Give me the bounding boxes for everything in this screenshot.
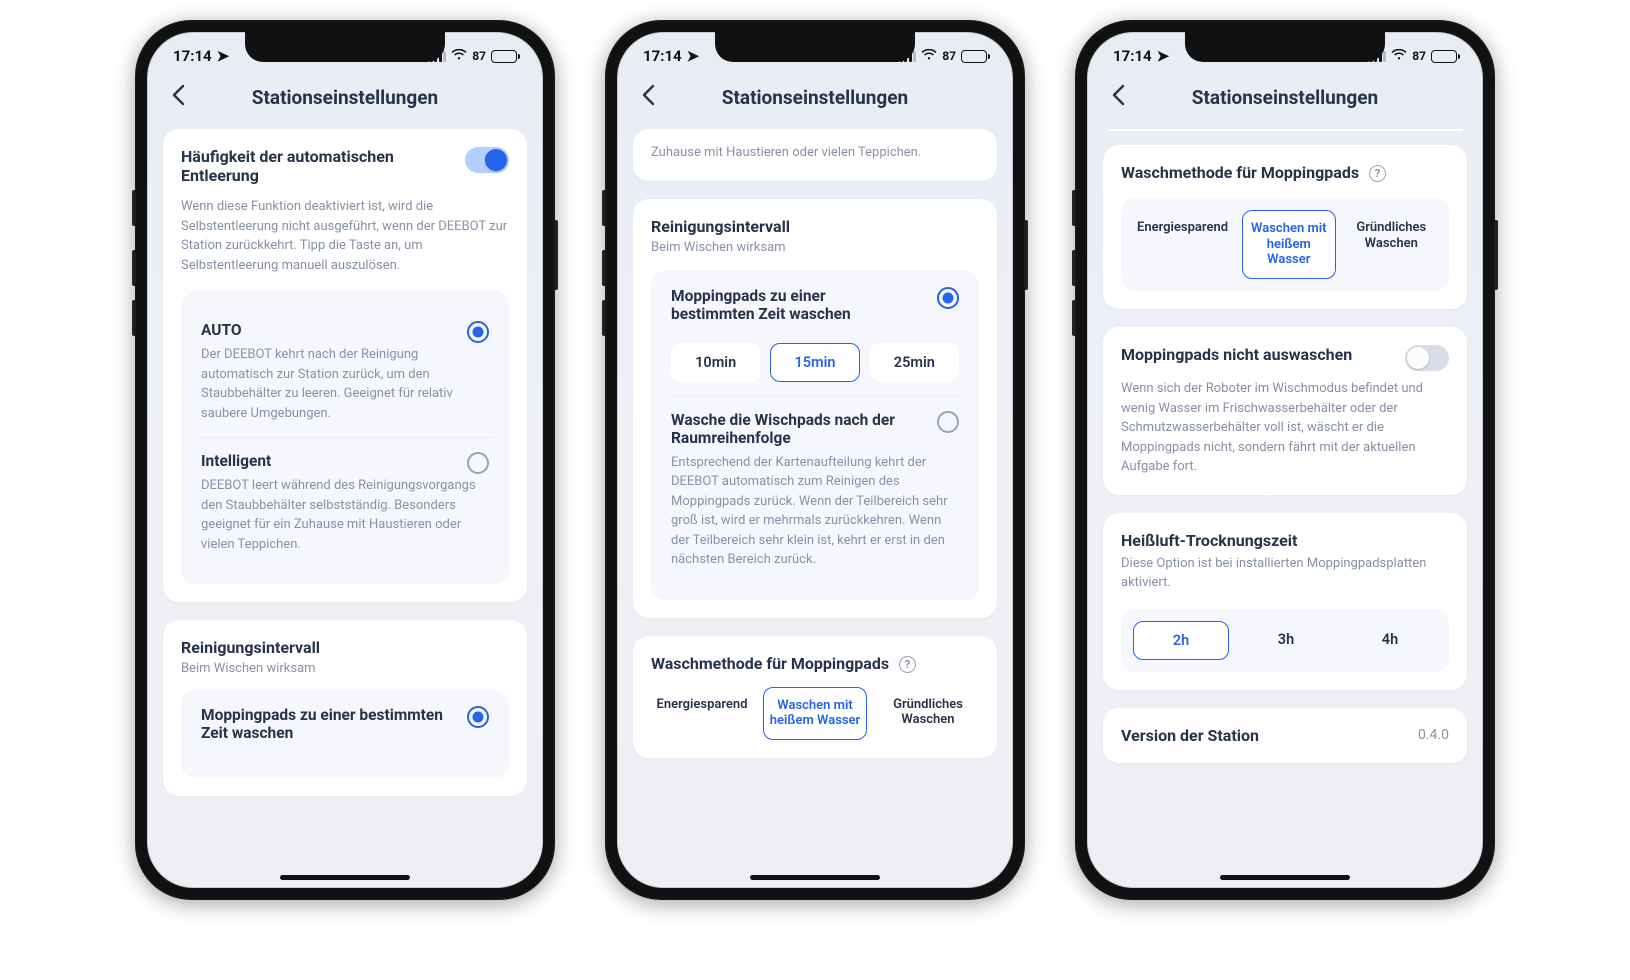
page-title: Stationseinstellungen (252, 86, 438, 109)
wash-method-card: Waschmethode für Moppingpads ? Energiesp… (633, 636, 997, 758)
phone-mockup-2: 17:14 ➤ 87 Stationseinstellungen Zuhause… (605, 20, 1025, 900)
seg-thorough[interactable]: Gründliches Waschen (1346, 210, 1437, 279)
radio-empty-icon (937, 411, 959, 433)
page-title: Stationseinstellungen (1192, 86, 1378, 109)
clean-interval-sub: Beim Wischen wirksam (651, 240, 979, 255)
location-icon: ➤ (687, 47, 700, 65)
seg-energy[interactable]: Energiesparend (1133, 210, 1232, 279)
hot-air-title: Heißluft-Trocknungszeit (1121, 531, 1449, 550)
status-time: 17:14 (1113, 47, 1152, 65)
seg-25min[interactable]: 25min (870, 343, 959, 382)
option-auto-title: AUTO (201, 321, 242, 339)
wash-method-card: Waschmethode für Moppingpads ? Energiesp… (1103, 145, 1467, 309)
radio-selected-icon (937, 287, 959, 309)
seg-hot-water[interactable]: Waschen mit heißem Wasser (763, 687, 867, 740)
nav-bar: Stationseinstellungen (147, 72, 543, 129)
auto-empty-options: AUTO Der DEEBOT kehrt nach der Reinigung… (181, 291, 509, 584)
seg-thorough[interactable]: Gründliches Waschen (877, 687, 979, 740)
seg-10min[interactable]: 10min (671, 343, 760, 382)
mop-time-option[interactable]: Moppingpads zu einer bestimmten Zeit was… (197, 706, 493, 762)
back-button[interactable] (1111, 84, 1125, 111)
seg-4h[interactable]: 4h (1343, 621, 1437, 660)
option-auto[interactable]: AUTO Der DEEBOT kehrt nach der Reinigung… (197, 307, 493, 437)
clean-interval-title: Reinigungsintervall (651, 217, 979, 236)
home-indicator[interactable] (280, 875, 410, 880)
wash-method-title: Waschmethode für Moppingpads ? (1121, 163, 1449, 182)
status-time: 17:14 (643, 47, 682, 65)
hot-air-card: Heißluft-Trocknungszeit Diese Option ist… (1103, 513, 1467, 690)
trailing-card: Zuhause mit Haustieren oder vielen Teppi… (633, 129, 997, 181)
version-label: Version der Station (1121, 726, 1259, 745)
no-rinse-title: Moppingpads nicht auswaschen (1121, 345, 1395, 364)
battery-percent: 87 (942, 49, 956, 63)
home-indicator[interactable] (750, 875, 880, 880)
device-notch (245, 32, 445, 62)
no-rinse-desc: Wenn sich der Roboter im Wischmodus befi… (1121, 379, 1449, 477)
battery-icon (491, 50, 517, 63)
location-icon: ➤ (1157, 47, 1170, 65)
mop-time-title: Moppingpads zu einer bestimmten Zeit was… (671, 287, 911, 323)
option-intelligent-title: Intelligent (201, 452, 271, 470)
wifi-icon (1391, 47, 1407, 65)
battery-percent: 87 (472, 49, 486, 63)
seg-15min[interactable]: 15min (770, 343, 859, 382)
clean-interval-card: Reinigungsintervall Beim Wischen wirksam… (163, 620, 527, 796)
version-card[interactable]: Version der Station 0.4.0 (1103, 708, 1467, 763)
auto-empty-title: Häufigkeit der automatischen Entleerung (181, 147, 455, 185)
room-order-desc: Entsprechend der Kartenaufteilung kehrt … (671, 453, 959, 570)
no-rinse-toggle[interactable] (1405, 345, 1449, 371)
phone-mockup-1: 17:14 ➤ 87 Stationseinstellungen (135, 20, 555, 900)
home-indicator[interactable] (1220, 875, 1350, 880)
nav-bar: Stationseinstellungen (1087, 72, 1483, 129)
back-button[interactable] (171, 84, 185, 111)
back-button[interactable] (641, 84, 655, 111)
page-title: Stationseinstellungen (722, 86, 908, 109)
seg-2h[interactable]: 2h (1133, 621, 1229, 660)
divider (1107, 129, 1463, 131)
radio-empty-icon (467, 452, 489, 474)
radio-selected-icon (467, 321, 489, 343)
room-order-title: Wasche die Wischpads nach der Raumreihen… (671, 411, 911, 447)
seg-energy[interactable]: Energiesparend (651, 687, 753, 740)
auto-empty-card: Häufigkeit der automatischen Entleerung … (163, 129, 527, 602)
option-auto-desc: Der DEEBOT kehrt nach der Reinigung auto… (201, 345, 489, 423)
battery-percent: 87 (1412, 49, 1426, 63)
device-notch (1185, 32, 1385, 62)
clean-interval-title: Reinigungsintervall (181, 638, 509, 657)
seg-hot-water[interactable]: Waschen mit heißem Wasser (1242, 210, 1335, 279)
wifi-icon (451, 47, 467, 65)
option-intelligent[interactable]: Intelligent DEEBOT leert während des Rei… (197, 437, 493, 568)
clean-interval-card: Reinigungsintervall Beim Wischen wirksam… (633, 199, 997, 618)
phone-mockup-3: 17:14 ➤ 87 Stationseinstellungen (1075, 20, 1495, 900)
device-notch (715, 32, 915, 62)
no-rinse-card: Moppingpads nicht auswaschen Wenn sich d… (1103, 327, 1467, 495)
mop-time-title: Moppingpads zu einer bestimmten Zeit was… (201, 706, 459, 742)
auto-empty-toggle[interactable] (465, 147, 509, 173)
radio-selected-icon (467, 706, 489, 728)
room-order-option[interactable]: Wasche die Wischpads nach der Raumreihen… (667, 396, 963, 584)
status-time: 17:14 (173, 47, 212, 65)
battery-icon (1431, 50, 1457, 63)
mop-time-option[interactable]: Moppingpads zu einer bestimmten Zeit was… (667, 287, 963, 396)
auto-empty-desc: Wenn diese Funktion deaktiviert ist, wir… (181, 197, 509, 275)
version-value: 0.4.0 (1418, 727, 1449, 743)
battery-icon (961, 50, 987, 63)
trailing-text: Zuhause mit Haustieren oder vielen Teppi… (651, 143, 979, 163)
clean-interval-sub: Beim Wischen wirksam (181, 661, 509, 676)
seg-3h[interactable]: 3h (1239, 621, 1333, 660)
location-icon: ➤ (217, 47, 230, 65)
option-intelligent-desc: DEEBOT leert während des Reinigungsvorga… (201, 476, 489, 554)
wifi-icon (921, 47, 937, 65)
help-icon[interactable]: ? (899, 656, 916, 673)
wash-method-title: Waschmethode für Moppingpads ? (651, 654, 979, 673)
hot-air-sub: Diese Option ist bei installierten Moppi… (1121, 554, 1449, 593)
help-icon[interactable]: ? (1369, 165, 1386, 182)
nav-bar: Stationseinstellungen (617, 72, 1013, 129)
